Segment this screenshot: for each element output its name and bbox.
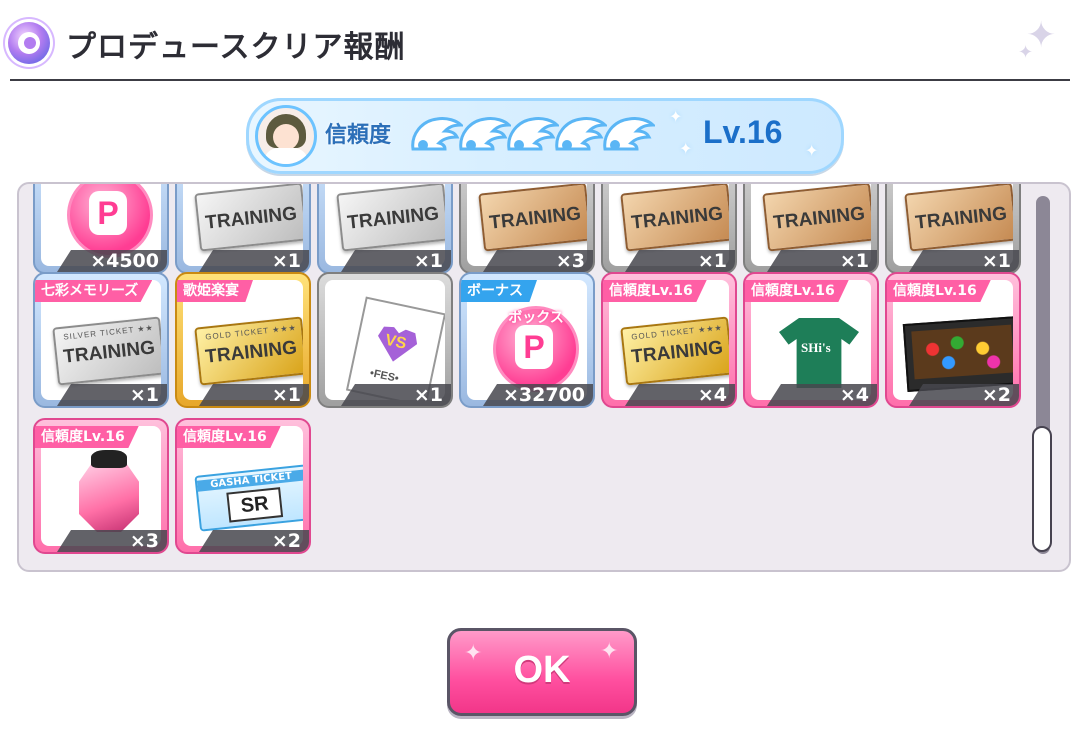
item-count: ×1 — [625, 250, 735, 272]
producer-emblem-icon — [8, 22, 50, 64]
reward-item[interactable]: TRAINING ×1 — [317, 184, 453, 274]
item-count: ×4 — [767, 384, 877, 406]
reward-item[interactable]: 信頼度Lv.16 ×2 — [885, 272, 1021, 408]
reward-item[interactable]: TRAINING ×1 — [743, 184, 879, 274]
item-count: ×3 — [57, 530, 167, 552]
item-count: ×1 — [767, 250, 877, 272]
ok-button-label: OK — [513, 649, 571, 691]
item-count: ×2 — [199, 530, 309, 552]
reward-item[interactable]: 信頼度Lv.16 ×3 — [33, 418, 169, 554]
item-count: ×32700 — [483, 384, 593, 406]
trust-level: Lv.16 — [703, 114, 783, 150]
reward-item[interactable]: GOLD TICKET ★★★ TRAINING 歌姫楽宴 ×1 — [175, 272, 311, 408]
item-count: ×4 — [625, 384, 735, 406]
trust-label: 信頼度 — [325, 123, 392, 148]
item-tag: 七彩メモリーズ — [35, 280, 153, 302]
reward-item[interactable]: SILVER TICKET ★★ TRAINING 七彩メモリーズ ×1 — [33, 272, 169, 408]
item-tag: 歌姫楽宴 — [177, 280, 253, 302]
sparkle-icon: ✦ — [669, 107, 683, 126]
item-count: ×1 — [341, 384, 451, 406]
idol-avatar — [255, 105, 317, 167]
item-count: ×1 — [909, 250, 1019, 272]
item-count: ×1 — [199, 384, 309, 406]
reward-item[interactable]: VS •FES• ×1 — [317, 272, 453, 408]
reward-item[interactable]: P ×4500 — [33, 184, 169, 274]
reward-item[interactable]: TRAINING ×1 — [175, 184, 311, 274]
item-count: ×1 — [341, 250, 451, 272]
dialog-header: プロデュースクリア報酬 ✦ ✦ — [0, 0, 1089, 81]
reward-item[interactable]: GASHA TICKET SR 信頼度Lv.16 ×2 — [175, 418, 311, 554]
item-count: ×1 — [57, 384, 167, 406]
wing-icon — [599, 111, 657, 155]
item-tag: 信頼度Lv.16 — [35, 426, 139, 448]
reward-list-panel[interactable]: P ×4500 TRAINING ×1 TRAINING ×1 TRAINING… — [17, 182, 1071, 572]
item-count: ×4500 — [57, 250, 167, 272]
item-tag: 信頼度Lv.16 — [887, 280, 991, 302]
sparkle-icon: ✦ — [679, 139, 693, 158]
item-tag: 信頼度Lv.16 — [745, 280, 849, 302]
item-tag: 信頼度Lv.16 — [603, 280, 707, 302]
sparkle-small-icon: ✦ — [1018, 42, 1034, 63]
reward-item[interactable]: GOLD TICKET ★★★ TRAINING 信頼度Lv.16 ×4 — [601, 272, 737, 408]
reward-item[interactable]: SHi's 信頼度Lv.16 ×4 — [743, 272, 879, 408]
trust-level-banner: 信頼度 Lv.16 ✦ ✦ ✦ — [246, 98, 844, 174]
item-tag: 信頼度Lv.16 — [177, 426, 281, 448]
ok-button[interactable]: ✦ ✦ OK — [447, 628, 637, 716]
scrollbar-thumb[interactable] — [1032, 426, 1052, 552]
item-count: ×3 — [483, 250, 593, 272]
reward-item[interactable]: TRAINING ×1 — [601, 184, 737, 274]
item-count: ×1 — [199, 250, 309, 272]
header-divider — [10, 79, 1070, 81]
sparkle-icon: ✦ — [805, 141, 819, 160]
item-tag: ボーナス — [461, 280, 537, 302]
reward-item[interactable]: TRAINING ×1 — [885, 184, 1021, 274]
dialog-title: プロデュースクリア報酬 — [66, 30, 406, 65]
reward-item[interactable]: ボックス P ボーナス ×32700 — [459, 272, 595, 408]
reward-item[interactable]: TRAINING ×3 — [459, 184, 595, 274]
item-count: ×2 — [909, 384, 1019, 406]
